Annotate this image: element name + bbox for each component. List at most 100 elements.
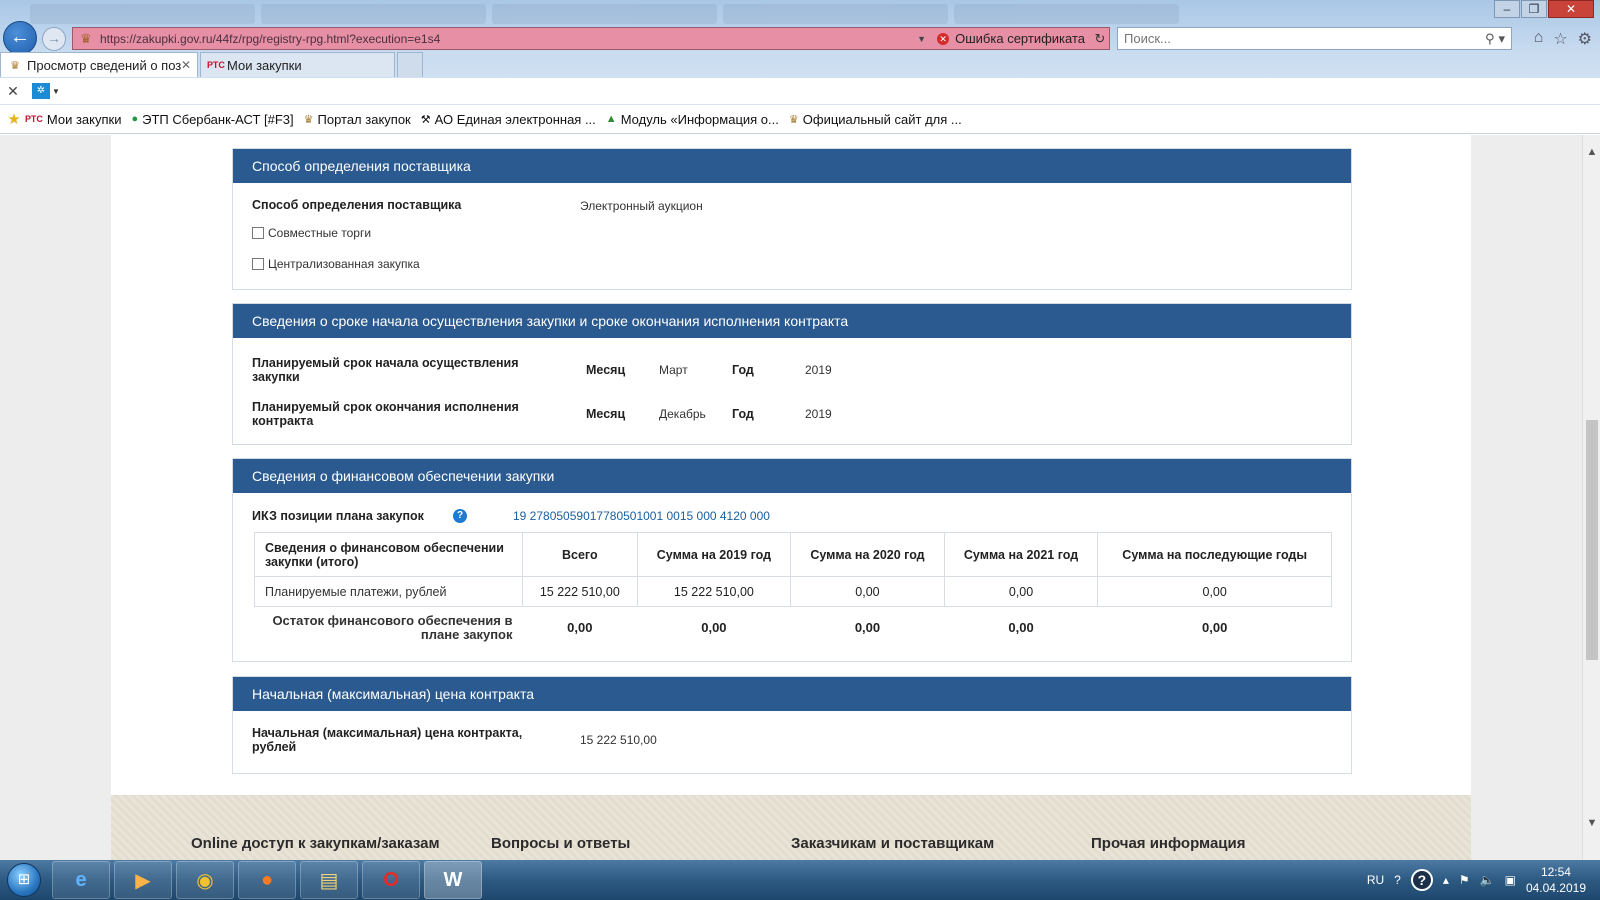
triangle-icon: ▲ (605, 113, 617, 125)
chevron-down-icon[interactable]: ▼ (52, 87, 60, 96)
close-icon[interactable]: ✕ (0, 83, 26, 100)
new-tab-button[interactable] (397, 52, 423, 77)
forward-button[interactable]: → (42, 27, 66, 51)
extension-icon[interactable]: ✲ (32, 83, 50, 99)
explorer-icon[interactable]: e (52, 861, 110, 899)
start-month-value: Март (659, 363, 688, 377)
table-cell: 0,00 (1008, 620, 1034, 636)
favorites-star-icon[interactable]: ☆ (1553, 29, 1567, 49)
certificate-error-label: Ошибка сертификата (955, 31, 1085, 46)
year-label: Год (732, 407, 754, 421)
tab-label: Просмотр сведений о поз... (27, 57, 181, 73)
column-header: Сведения о финансовом обеспечении закупк… (254, 532, 523, 577)
taskbar: ⊞ e ▶ ◉ ● ▤ O W RU ? ? ▴ ⚑ 🔈 ▣ 12:54 04.… (0, 860, 1600, 900)
favorites-star-icon[interactable]: ★ (3, 110, 25, 128)
start-year-value: 2019 (805, 363, 832, 377)
gear-icon[interactable]: ⚙ (1578, 29, 1592, 49)
files-icon[interactable]: ▤ (300, 861, 358, 899)
error-icon: ✕ (937, 32, 950, 45)
centralized-option[interactable]: Централизованная закупка (252, 257, 420, 271)
firefox-icon[interactable]: ● (238, 861, 296, 899)
scroll-down-icon[interactable]: ▼ (1583, 814, 1600, 832)
language-indicator[interactable]: RU (1367, 873, 1384, 887)
section-finance: Сведения о финансовом обеспечении закупк… (232, 458, 1352, 662)
certificate-error-button[interactable]: ✕ Ошибка сертификата (931, 28, 1091, 49)
table-cell: 0,00 (1202, 620, 1228, 636)
clock-date: 04.04.2019 (1525, 881, 1586, 895)
footer-link[interactable]: Заказчикам и поставщикам (791, 835, 994, 852)
address-bar[interactable]: ♛ https://zakupki.gov.ru/44fz/rpg/regist… (72, 27, 1110, 50)
restore-button[interactable]: ❐ (1521, 0, 1547, 18)
arrow-right-icon: → (47, 30, 61, 46)
section-supplier-method: Способ определения поставщика Способ опр… (232, 148, 1352, 290)
close-window-button[interactable]: ✕ (1548, 0, 1594, 18)
chevron-down-icon[interactable]: ▼ (917, 34, 931, 44)
vertical-scrollbar[interactable]: ▲ ▼ (1582, 135, 1600, 860)
favorite-link[interactable]: ● ЭТП Сбербанк-АСТ [#F3] (131, 112, 293, 127)
table-cell: 0,00 (790, 576, 945, 607)
eagle-icon: ♛ (10, 59, 20, 72)
site-favicon-icon: ♛ (80, 30, 92, 46)
footer-link[interactable]: Прочая информация (1091, 835, 1245, 852)
network-icon[interactable]: ▣ (1505, 873, 1516, 887)
ikz-link[interactable]: 19 27805059017780501001 0015 000 4120 00… (513, 509, 770, 523)
favorite-link[interactable]: ♛ Официальный сайт для ... (789, 112, 962, 127)
home-icon[interactable]: ⌂ (1534, 29, 1544, 49)
favorite-link[interactable]: РТС Мои закупки (25, 112, 121, 127)
table-cell: 0,00 (567, 620, 593, 636)
supplier-method-label: Способ определения поставщика (252, 198, 462, 212)
minimize-button[interactable]: – (1494, 0, 1520, 18)
table-cell: Остаток финансового обеспечения в плане … (272, 612, 513, 642)
eagle-icon: ♛ (303, 113, 314, 126)
favorite-link[interactable]: ▲ Модуль «Информация о... (606, 112, 779, 127)
ikz-label: ИКЗ позиции плана закупок (252, 509, 424, 523)
table-header-row: Сведения о финансовом обеспечении закупк… (254, 532, 1332, 577)
clock[interactable]: 12:54 04.04.2019 (1526, 864, 1586, 896)
word-icon[interactable]: W (424, 861, 482, 899)
system-tray: RU ? ? ▴ ⚑ 🔈 ▣ 12:54 04.04.2019 (1367, 860, 1600, 900)
tab-my-purchases[interactable]: РТС Мои закупки (200, 52, 395, 77)
favorite-link[interactable]: ⚒ АО Единая электронная ... (421, 112, 596, 127)
windows-icon: ⊞ (7, 863, 41, 897)
tab-procurement-view[interactable]: ♛ Просмотр сведений о поз... ✕ (0, 52, 198, 77)
search-box[interactable]: ⚲ ▾ (1117, 27, 1512, 50)
centralized-checkbox[interactable] (252, 258, 264, 270)
arrow-left-icon: ← (10, 26, 30, 48)
scroll-up-icon[interactable]: ▲ (1583, 143, 1600, 161)
browser-chrome: – ❐ ✕ ← → ♛ https://zakupki.gov.ru/44fz/… (0, 0, 1600, 134)
joint-trades-checkbox[interactable] (252, 227, 264, 239)
rts-icon: РТС (207, 60, 225, 70)
flag-icon[interactable]: ⚑ (1459, 873, 1470, 887)
table-cell: Планируемые платежи, рублей (254, 576, 523, 607)
help-button[interactable]: ? (453, 507, 467, 523)
joint-trades-option[interactable]: Совместные торги (252, 226, 371, 240)
section-header: Сведения о финансовом обеспечении закупк… (233, 459, 1351, 493)
help-icon[interactable]: ? (1410, 869, 1433, 891)
chrome-icon[interactable]: ◉ (176, 861, 234, 899)
search-input[interactable] (1124, 31, 1481, 46)
chevron-up-icon[interactable]: ▴ (1443, 873, 1449, 887)
site-footer: Online доступ к закупкам/заказам Вопросы… (111, 795, 1471, 860)
close-tab-icon[interactable]: ✕ (181, 58, 191, 72)
eagle-icon: ♛ (788, 113, 799, 126)
footer-link[interactable]: Online доступ к закупкам/заказам (191, 835, 440, 852)
section-header: Начальная (максимальная) цена контракта (233, 677, 1351, 711)
favorite-link[interactable]: ♛ Портал закупок (304, 112, 411, 127)
volume-icon[interactable]: 🔈 (1480, 873, 1495, 887)
refresh-icon[interactable]: ↻ (1091, 31, 1109, 47)
hammer-icon: ⚒ (420, 113, 431, 126)
scroll-thumb[interactable] (1586, 420, 1598, 660)
chevron-down-icon[interactable]: ▾ (1498, 31, 1505, 47)
start-button[interactable]: ⊞ (0, 860, 48, 900)
opera-icon[interactable]: O (362, 861, 420, 899)
end-term-label: Планируемый срок окончания исполнения ко… (252, 400, 519, 428)
media-player-icon[interactable]: ▶ (114, 861, 172, 899)
tab-label: Мои закупки (227, 57, 302, 73)
back-button[interactable]: ← (3, 21, 37, 55)
section-header: Способ определения поставщика (233, 149, 1351, 183)
url-text[interactable]: https://zakupki.gov.ru/44fz/rpg/registry… (100, 32, 917, 46)
footer-link[interactable]: Вопросы и ответы (491, 835, 630, 852)
help-tray-icon[interactable]: ? (1394, 873, 1401, 887)
end-year-value: 2019 (805, 407, 832, 421)
search-icon[interactable]: ⚲ (1485, 31, 1495, 47)
